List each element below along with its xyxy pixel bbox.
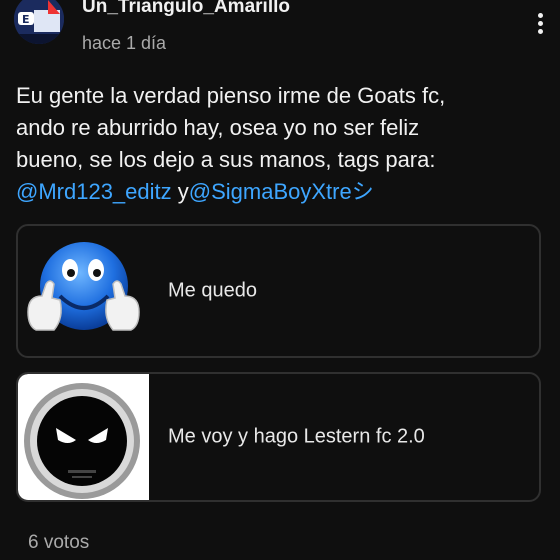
poll-option-label: Me voy y hago Lestern fc 2.0	[168, 425, 425, 448]
author-avatar[interactable]: E	[14, 0, 64, 44]
mention-link[interactable]: @SigmaBoyXtreシ	[189, 179, 374, 204]
poll-option-image	[18, 226, 149, 356]
post-author[interactable]: Un_Triangulo_Amarillo	[82, 0, 290, 18]
avatar-image: E	[14, 0, 64, 44]
poll-option-me-quedo[interactable]: Me quedo	[16, 224, 541, 358]
post-timestamp[interactable]: hace 1 día	[82, 33, 166, 54]
mention-link[interactable]: @Mrd123_editz	[16, 179, 172, 204]
more-options-icon[interactable]	[530, 10, 550, 42]
vote-count: 6 votos	[28, 532, 90, 553]
svg-text:E: E	[22, 13, 30, 26]
post-body: Eu gente la verdad pienso irme de Goats …	[16, 80, 551, 208]
poll-option-image	[18, 374, 149, 500]
post-text-line: bueno, se los dejo a sus manos, tags par…	[16, 147, 436, 172]
post-text-line: Eu gente la verdad pienso irme de Goats …	[16, 83, 446, 108]
thumbs-up-smiley-icon	[27, 242, 140, 331]
round-team-logo-icon	[24, 383, 140, 499]
poll-option-label: Me quedo	[168, 279, 257, 302]
mention-connector: y	[171, 179, 189, 204]
mentions-line: @Mrd123_editz y@SigmaBoyXtreシ	[16, 176, 551, 208]
post-text-line: ando re aburrido hay, osea yo no ser fel…	[16, 115, 420, 140]
poll-option-me-voy[interactable]: Me voy y hago Lestern fc 2.0	[16, 372, 541, 502]
